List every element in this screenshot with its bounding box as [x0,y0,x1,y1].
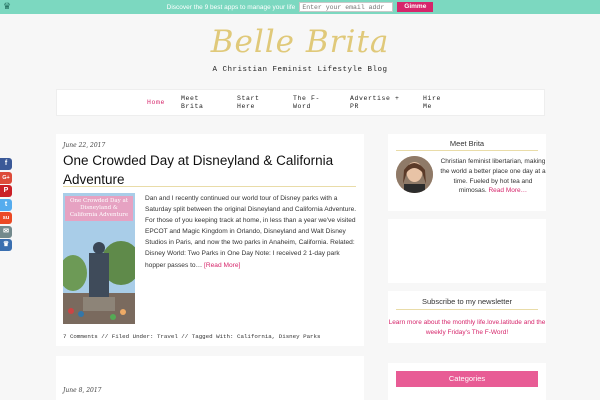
category-link[interactable]: Travel [157,333,178,340]
twitter-icon[interactable]: t [0,198,12,211]
nav-item-hire-me[interactable]: Hire Me [423,95,453,111]
post-thumbnail[interactable]: One Crowded Day at Disneyland & Californ… [63,193,135,324]
meet-read-more-link[interactable]: Read More… [488,187,527,194]
read-more-link[interactable]: [Read More] [204,262,240,269]
post-date-2: June 8, 2017 [63,387,102,394]
post-date: June 22, 2017 [63,142,106,149]
thumbnail-caption: One Crowded Day at Disneyland & Californ… [65,196,133,221]
avatar-photo [396,156,433,193]
categories-heading: Categories [396,371,538,387]
site-tagline: A Christian Feminist Lifestyle Blog [212,66,388,74]
widget-title: Meet Brita [449,139,485,148]
tag-link[interactable]: California [237,333,272,340]
nav-item-home[interactable]: Home [147,99,165,107]
title-divider [63,186,356,187]
stumbleupon-icon[interactable]: su [0,212,12,224]
site-logo[interactable]: Belle Brita [0,24,600,60]
main-nav: Home Meet Brita Start Here The F-Word Ad… [56,89,545,116]
promo-bar: ♛ Discover the 9 best apps to manage you… [0,0,600,14]
avatar[interactable] [396,156,433,193]
subscribe-link[interactable]: Learn more about the monthly life.love.l… [388,318,546,338]
widget-divider [396,150,538,151]
excerpt-text: Dan and I recently continued our world t… [145,195,357,269]
google-plus-icon[interactable]: G+ [0,171,12,184]
ad-widget [388,219,546,283]
gimme-button[interactable]: Gimme [397,2,434,12]
meet-brita-text: Christian feminist libertarian, making t… [440,157,546,196]
promo-text: Discover the 9 best apps to manage your … [166,3,296,11]
email-icon[interactable]: ✉ [0,225,12,238]
post-card-2 [56,356,364,400]
nav-item-meet-brita[interactable]: Meet Brita [181,95,215,111]
tag-link[interactable]: Disney Parks [279,333,321,340]
filed-under-label: Filed Under: [111,333,154,340]
nav-item-advertise-pr[interactable]: Advertise + PR [350,95,406,111]
email-input[interactable] [299,2,394,12]
comments-link[interactable]: 7 Comments [63,333,98,340]
tagged-with-label: Tagged With: [191,333,234,340]
share-sidebar: f G+ P t su ✉ ♛ [0,158,12,253]
widget-title: Subscribe to my newsletter [421,297,513,306]
crown-icon[interactable]: ♛ [3,2,13,11]
post-title[interactable]: One Crowded Day at Disneyland & Californ… [63,151,359,189]
nav-item-start-here[interactable]: Start Here [237,95,271,111]
pinterest-icon[interactable]: P [0,185,12,197]
crown-share-icon[interactable]: ♛ [0,239,12,251]
widget-divider [396,309,538,310]
nav-item-f-word[interactable]: The F-Word [293,95,329,111]
facebook-icon[interactable]: f [0,158,12,170]
post-excerpt: Dan and I recently continued our world t… [145,193,359,271]
post-meta: 7 Comments // Filed Under: Travel // Tag… [63,333,321,340]
